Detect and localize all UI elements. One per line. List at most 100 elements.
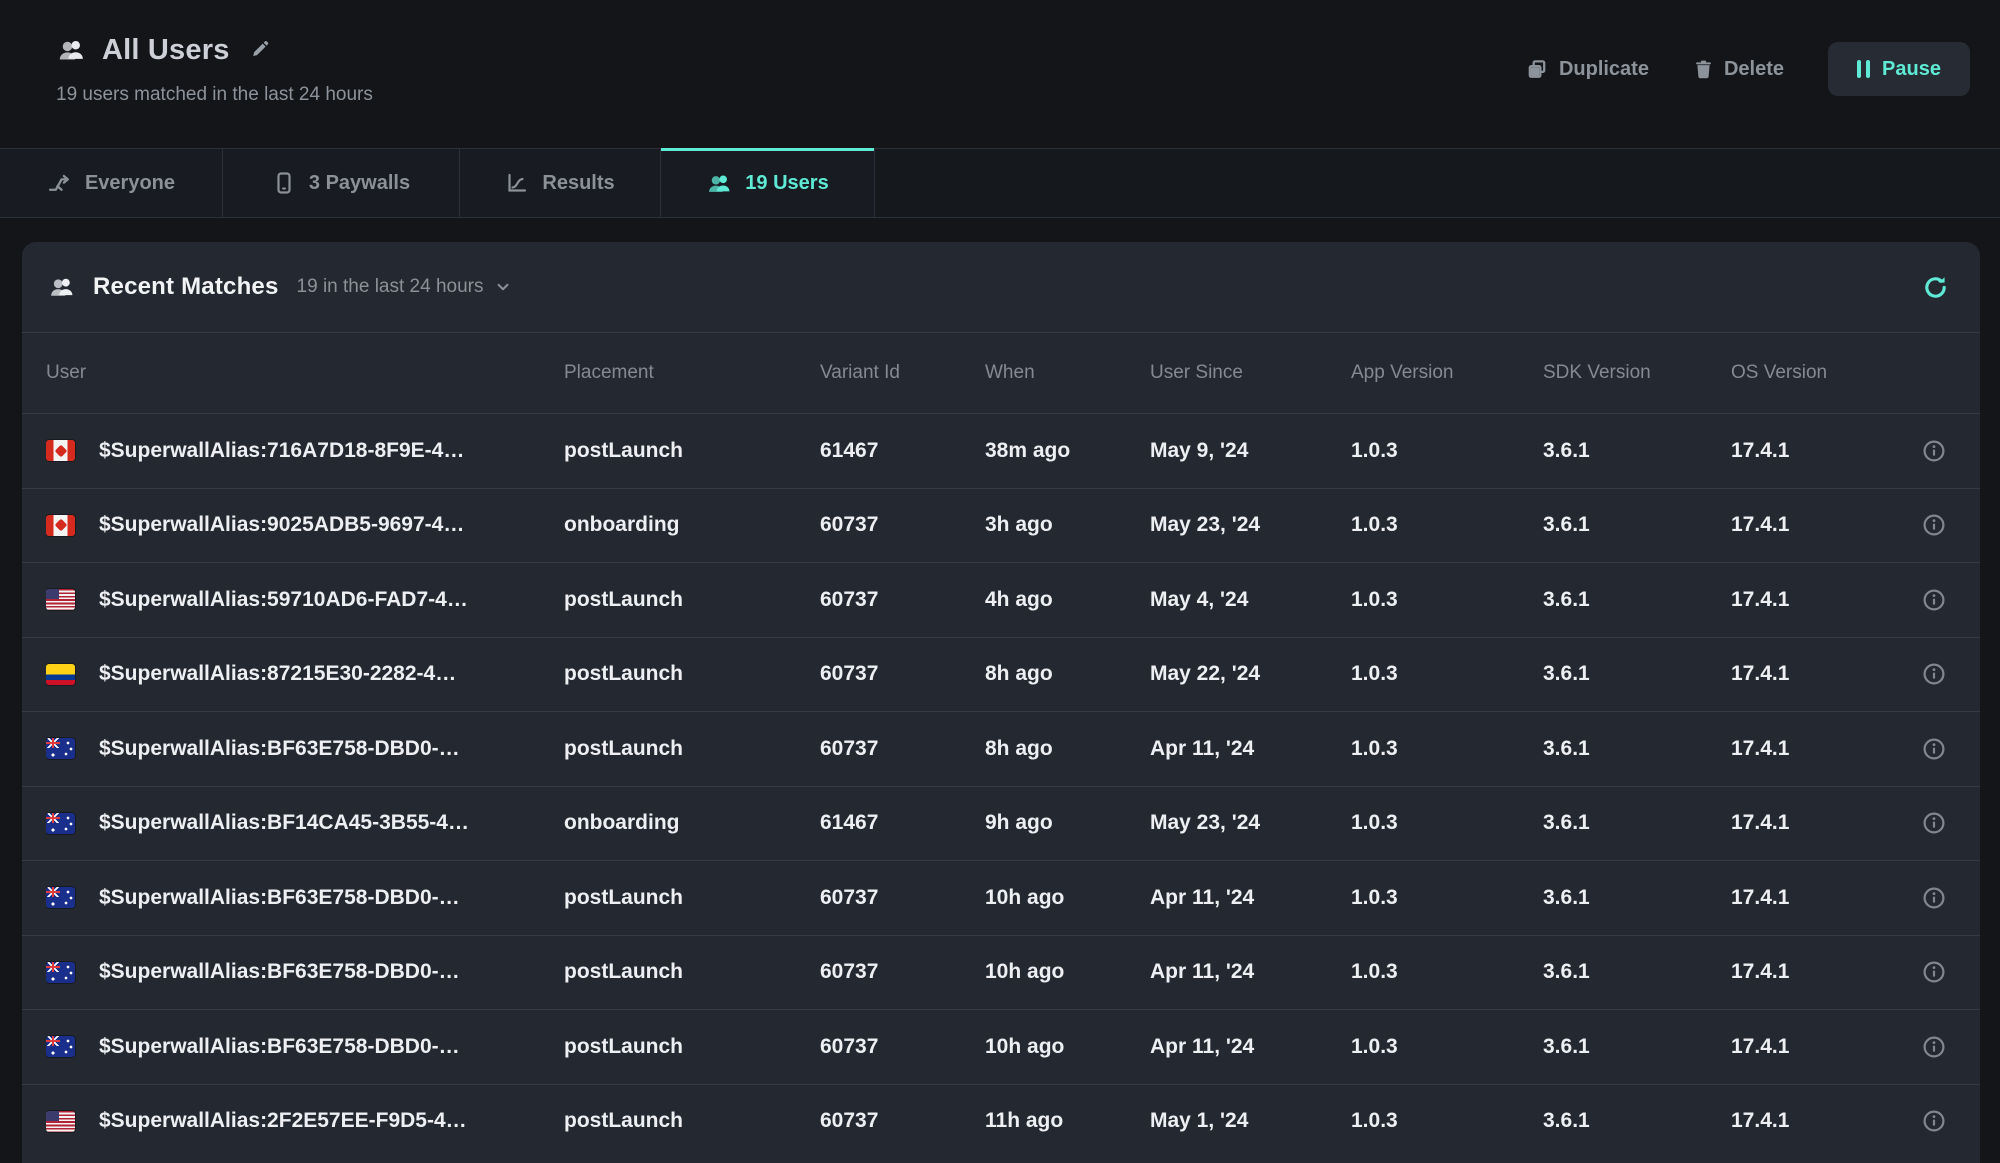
when-value: 3h ago <box>985 513 1150 537</box>
flow-icon <box>47 171 72 196</box>
info-button[interactable] <box>1920 437 1948 465</box>
info-button[interactable] <box>1920 511 1948 539</box>
phone-icon <box>272 171 296 195</box>
table-row[interactable]: $SuperwallAlias:59710AD6-FAD7-4… postLau… <box>22 562 1980 637</box>
column-header-placement: Placement <box>564 362 820 384</box>
info-icon <box>1922 737 1946 761</box>
time-range-dropdown[interactable]: 19 in the last 24 hours <box>297 276 512 298</box>
info-button[interactable] <box>1920 735 1948 763</box>
chevron-down-icon <box>494 278 512 296</box>
tab-users[interactable]: 19 Users <box>661 149 875 217</box>
column-header-os-version: OS Version <box>1731 362 1912 384</box>
column-header-when: When <box>985 362 1150 384</box>
table-header-row: User Placement Variant Id When User Sinc… <box>22 332 1980 413</box>
table-body: $SuperwallAlias:716A7D18-8F9E-4… postLau… <box>22 413 1980 1158</box>
pencil-icon <box>250 40 271 61</box>
user-since-value: May 4, '24 <box>1150 588 1351 612</box>
page-title: All Users <box>102 34 230 67</box>
sdk-version-value: 3.6.1 <box>1543 513 1731 537</box>
country-flag-icon <box>46 589 75 610</box>
info-icon <box>1922 662 1946 686</box>
users-icon <box>56 37 86 63</box>
info-button[interactable] <box>1920 586 1948 614</box>
user-alias: $SuperwallAlias:9025ADB5-9697-4… <box>99 513 464 537</box>
user-since-value: Apr 11, '24 <box>1150 960 1351 984</box>
info-button[interactable] <box>1920 958 1948 986</box>
tab-everyone[interactable]: Everyone <box>0 149 223 217</box>
app-version-value: 1.0.3 <box>1351 1035 1543 1059</box>
table-row[interactable]: $SuperwallAlias:BF63E758-DBD0-… postLaun… <box>22 711 1980 786</box>
duplicate-label: Duplicate <box>1559 58 1649 81</box>
table-row[interactable]: $SuperwallAlias:BF14CA45-3B55-4… onboard… <box>22 786 1980 861</box>
tab-paywalls[interactable]: 3 Paywalls <box>223 149 460 217</box>
info-icon <box>1922 513 1946 537</box>
table-row[interactable]: $SuperwallAlias:716A7D18-8F9E-4… postLau… <box>22 413 1980 488</box>
country-flag-icon <box>46 962 75 983</box>
info-button[interactable] <box>1920 884 1948 912</box>
country-flag-icon <box>46 813 75 834</box>
user-since-value: May 1, '24 <box>1150 1109 1351 1133</box>
when-value: 8h ago <box>985 737 1150 761</box>
duplicate-button[interactable]: Duplicate <box>1526 58 1649 81</box>
os-version-value: 17.4.1 <box>1731 811 1912 835</box>
variant-id-value: 60737 <box>820 1035 985 1059</box>
app-version-value: 1.0.3 <box>1351 811 1543 835</box>
refresh-icon <box>1921 273 1950 302</box>
table-row[interactable]: $SuperwallAlias:9025ADB5-9697-4… onboard… <box>22 488 1980 563</box>
refresh-button[interactable] <box>1917 269 1954 306</box>
when-value: 8h ago <box>985 662 1150 686</box>
when-value: 4h ago <box>985 588 1150 612</box>
when-value: 11h ago <box>985 1109 1150 1133</box>
when-value: 10h ago <box>985 960 1150 984</box>
variant-id-value: 60737 <box>820 1109 985 1133</box>
tab-paywalls-label: 3 Paywalls <box>309 172 410 195</box>
pause-icon <box>1857 60 1870 78</box>
table-row[interactable]: $SuperwallAlias:BF63E758-DBD0-… postLaun… <box>22 860 1980 935</box>
info-button[interactable] <box>1920 1033 1948 1061</box>
info-icon <box>1922 1109 1946 1133</box>
sdk-version-value: 3.6.1 <box>1543 737 1731 761</box>
variant-id-value: 60737 <box>820 737 985 761</box>
app-version-value: 1.0.3 <box>1351 513 1543 537</box>
when-value: 38m ago <box>985 439 1150 463</box>
column-header-variant-id: Variant Id <box>820 362 985 384</box>
panel-header: Recent Matches 19 in the last 24 hours <box>22 242 1980 332</box>
variant-id-value: 61467 <box>820 811 985 835</box>
placement-value: postLaunch <box>564 960 820 984</box>
delete-button[interactable]: Delete <box>1693 58 1784 81</box>
when-value: 9h ago <box>985 811 1150 835</box>
sdk-version-value: 3.6.1 <box>1543 1035 1731 1059</box>
sdk-version-value: 3.6.1 <box>1543 662 1731 686</box>
user-alias: $SuperwallAlias:BF63E758-DBD0-… <box>99 737 460 761</box>
tab-results[interactable]: Results <box>460 149 661 217</box>
info-button[interactable] <box>1920 1107 1948 1135</box>
when-value: 10h ago <box>985 886 1150 910</box>
variant-id-value: 60737 <box>820 513 985 537</box>
country-flag-icon <box>46 887 75 908</box>
variant-id-value: 60737 <box>820 588 985 612</box>
info-icon <box>1922 1035 1946 1059</box>
edit-title-button[interactable] <box>246 36 275 65</box>
pause-button[interactable]: Pause <box>1828 42 1970 96</box>
os-version-value: 17.4.1 <box>1731 513 1912 537</box>
os-version-value: 17.4.1 <box>1731 439 1912 463</box>
user-alias: $SuperwallAlias:BF63E758-DBD0-… <box>99 886 460 910</box>
table-row[interactable]: $SuperwallAlias:87215E30-2282-4… postLau… <box>22 637 1980 712</box>
placement-value: onboarding <box>564 513 820 537</box>
country-flag-icon <box>46 1111 75 1132</box>
info-button[interactable] <box>1920 660 1948 688</box>
app-version-value: 1.0.3 <box>1351 1109 1543 1133</box>
user-alias: $SuperwallAlias:87215E30-2282-4… <box>99 662 456 686</box>
user-alias: $SuperwallAlias:BF63E758-DBD0-… <box>99 960 460 984</box>
table-row[interactable]: $SuperwallAlias:2F2E57EE-F9D5-4… postLau… <box>22 1084 1980 1159</box>
tab-results-label: Results <box>542 172 614 195</box>
table-row[interactable]: $SuperwallAlias:BF63E758-DBD0-… postLaun… <box>22 935 1980 1010</box>
info-button[interactable] <box>1920 809 1948 837</box>
table-row[interactable]: $SuperwallAlias:BF63E758-DBD0-… postLaun… <box>22 1009 1980 1084</box>
user-since-value: May 22, '24 <box>1150 662 1351 686</box>
variant-id-value: 60737 <box>820 886 985 910</box>
sdk-version-value: 3.6.1 <box>1543 960 1731 984</box>
user-alias: $SuperwallAlias:2F2E57EE-F9D5-4… <box>99 1109 467 1133</box>
panel-title: Recent Matches <box>93 273 279 301</box>
tab-users-label: 19 Users <box>745 172 828 195</box>
